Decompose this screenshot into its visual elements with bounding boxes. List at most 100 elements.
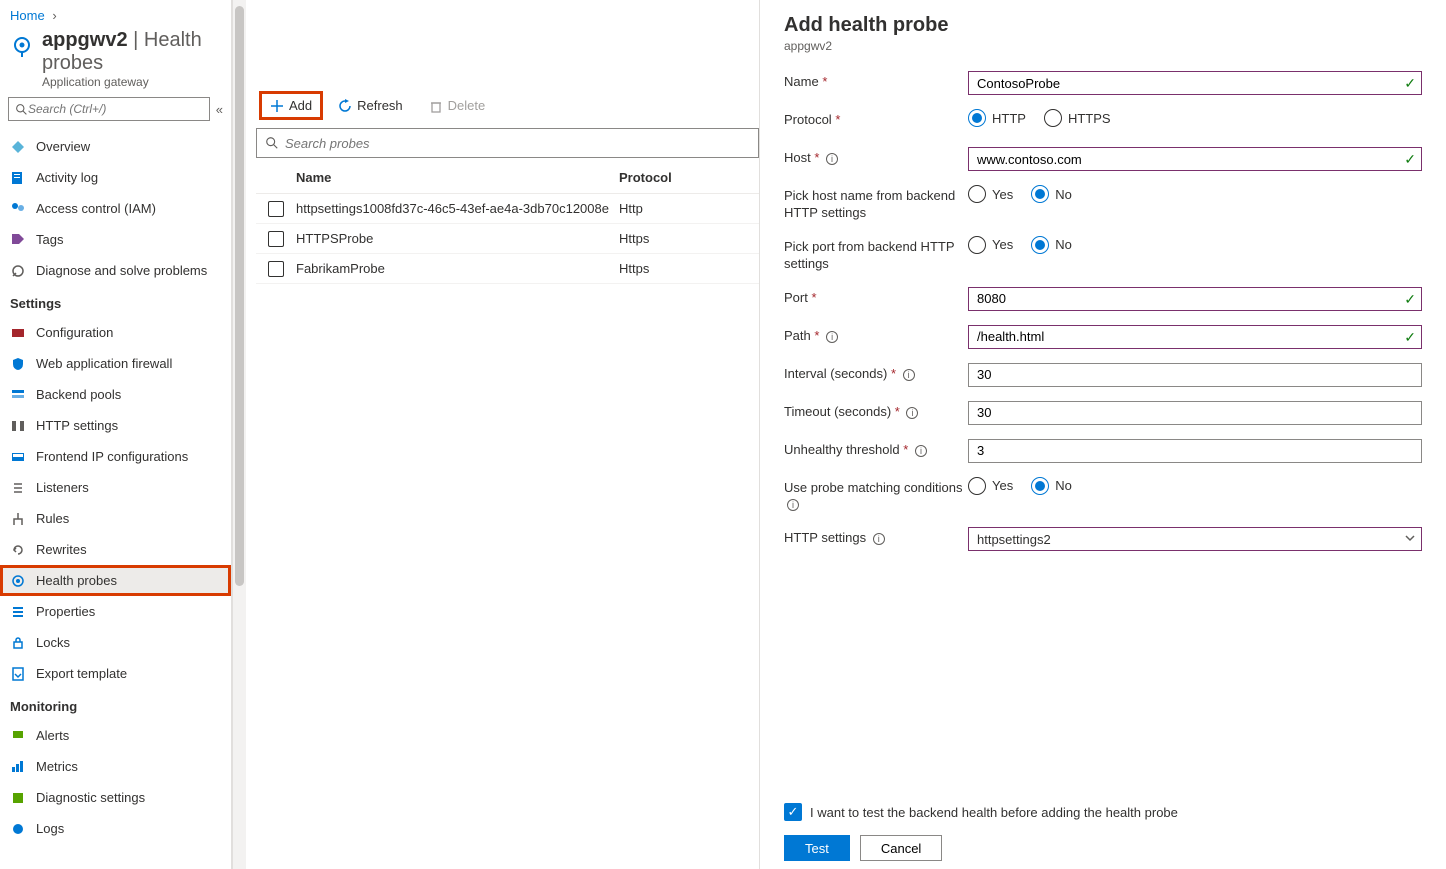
search-icon (265, 136, 279, 150)
refresh-button[interactable]: Refresh (330, 94, 411, 117)
metrics-icon (10, 759, 26, 775)
host-input[interactable] (968, 147, 1422, 171)
nav-listeners[interactable]: Listeners (0, 472, 231, 503)
plus-icon (270, 99, 284, 113)
label-name: Name * (784, 71, 968, 91)
pick-port-no-radio[interactable]: No (1031, 236, 1072, 254)
check-icon: ✓ (1404, 329, 1416, 346)
nav-search-input[interactable] (28, 102, 203, 116)
panel-subtitle: appgwv2 (784, 39, 1422, 53)
test-before-add-checkbox[interactable]: ✓ I want to test the backend health befo… (784, 803, 1422, 821)
page-header: appgwv2 | Health probes Application gate… (0, 23, 231, 97)
cancel-button[interactable]: Cancel (860, 835, 942, 861)
pick-host-no-radio[interactable]: No (1031, 185, 1072, 203)
listeners-icon (10, 480, 26, 496)
info-icon[interactable]: i (873, 533, 885, 545)
http-settings-select[interactable]: httpsettings2 (968, 527, 1422, 551)
info-icon[interactable]: i (915, 445, 927, 457)
table-row[interactable]: httpsettings1008fd37c-46c5-43ef-ae4a-3db… (256, 194, 759, 224)
locks-icon (10, 635, 26, 651)
nav-tags[interactable]: Tags (0, 224, 231, 255)
port-input[interactable] (968, 287, 1422, 311)
nav-logs[interactable]: Logs (0, 813, 231, 844)
path-input[interactable] (968, 325, 1422, 349)
test-button[interactable]: Test (784, 835, 850, 861)
nav-alerts[interactable]: Alerts (0, 720, 231, 751)
label-host: Host * i (784, 147, 968, 167)
matching-yes-radio[interactable]: Yes (968, 477, 1013, 495)
row-name: HTTPSProbe (296, 231, 619, 246)
activity-log-icon (10, 170, 26, 186)
table-row[interactable]: FabrikamProbeHttps (256, 254, 759, 284)
nav-export-template[interactable]: Export template (0, 658, 231, 689)
interval-input[interactable] (968, 363, 1422, 387)
nav-section-settings: Settings (0, 286, 231, 317)
diagnose-icon (10, 263, 26, 279)
info-icon[interactable]: i (826, 331, 838, 343)
info-icon[interactable]: i (903, 369, 915, 381)
nav-properties[interactable]: Properties (0, 596, 231, 627)
add-button[interactable]: Add (262, 94, 320, 117)
properties-icon (10, 604, 26, 620)
unhealthy-input[interactable] (968, 439, 1422, 463)
delete-icon (429, 99, 443, 113)
label-timeout: Timeout (seconds) * i (784, 401, 968, 421)
overview-icon (10, 139, 26, 155)
probes-table: Name Protocol httpsettings1008fd37c-46c5… (256, 162, 759, 284)
search-probes[interactable] (256, 128, 759, 158)
nav-metrics[interactable]: Metrics (0, 751, 231, 782)
check-icon: ✓ (1404, 291, 1416, 308)
pick-port-yes-radio[interactable]: Yes (968, 236, 1013, 254)
logs-icon (10, 821, 26, 837)
nav-waf[interactable]: Web application firewall (0, 348, 231, 379)
application-gateway-icon (10, 33, 34, 57)
nav-configuration[interactable]: Configuration (0, 317, 231, 348)
frontend-ip-icon (10, 449, 26, 465)
nav-health-probes[interactable]: Health probes (0, 565, 231, 596)
info-icon[interactable]: i (787, 499, 799, 511)
alerts-icon (10, 728, 26, 744)
nav-locks[interactable]: Locks (0, 627, 231, 658)
nav-search[interactable] (8, 97, 210, 121)
row-checkbox[interactable] (268, 201, 284, 217)
breadcrumb-home[interactable]: Home (10, 8, 45, 23)
nav-diagnostic-settings[interactable]: Diagnostic settings (0, 782, 231, 813)
row-protocol: Http (619, 201, 759, 216)
search-probes-input[interactable] (285, 136, 750, 151)
scrollbar[interactable] (232, 0, 246, 869)
info-icon[interactable]: i (826, 153, 838, 165)
row-checkbox[interactable] (268, 261, 284, 277)
table-row[interactable]: HTTPSProbeHttps (256, 224, 759, 254)
nav-overview[interactable]: Overview (0, 131, 231, 162)
collapse-nav-button[interactable]: « (216, 102, 223, 117)
nav-section-monitoring: Monitoring (0, 689, 231, 720)
nav-iam[interactable]: Access control (IAM) (0, 193, 231, 224)
label-pick-port: Pick port from backend HTTP settings (784, 236, 968, 273)
protocol-https-radio[interactable]: HTTPS (1044, 109, 1111, 127)
col-name[interactable]: Name (296, 170, 619, 185)
label-port: Port * (784, 287, 968, 307)
col-protocol[interactable]: Protocol (619, 170, 759, 185)
pick-host-yes-radio[interactable]: Yes (968, 185, 1013, 203)
nav-activity-log[interactable]: Activity log (0, 162, 231, 193)
refresh-icon (338, 99, 352, 113)
row-protocol: Https (619, 261, 759, 276)
matching-no-radio[interactable]: No (1031, 477, 1072, 495)
nav-diagnose[interactable]: Diagnose and solve problems (0, 255, 231, 286)
configuration-icon (10, 325, 26, 341)
timeout-input[interactable] (968, 401, 1422, 425)
nav-rules[interactable]: Rules (0, 503, 231, 534)
row-checkbox[interactable] (268, 231, 284, 247)
tags-icon (10, 232, 26, 248)
name-input[interactable] (968, 71, 1422, 95)
protocol-http-radio[interactable]: HTTP (968, 109, 1026, 127)
nav-frontend-ip[interactable]: Frontend IP configurations (0, 441, 231, 472)
nav-http-settings[interactable]: HTTP settings (0, 410, 231, 441)
info-icon[interactable]: i (906, 407, 918, 419)
nav-rewrites[interactable]: Rewrites (0, 534, 231, 565)
add-health-probe-panel: Add health probe appgwv2 Name * ✓ Protoc… (759, 0, 1446, 869)
export-template-icon (10, 666, 26, 682)
label-protocol: Protocol * (784, 109, 968, 129)
nav-backend-pools[interactable]: Backend pools (0, 379, 231, 410)
breadcrumb: Home › (0, 0, 231, 23)
